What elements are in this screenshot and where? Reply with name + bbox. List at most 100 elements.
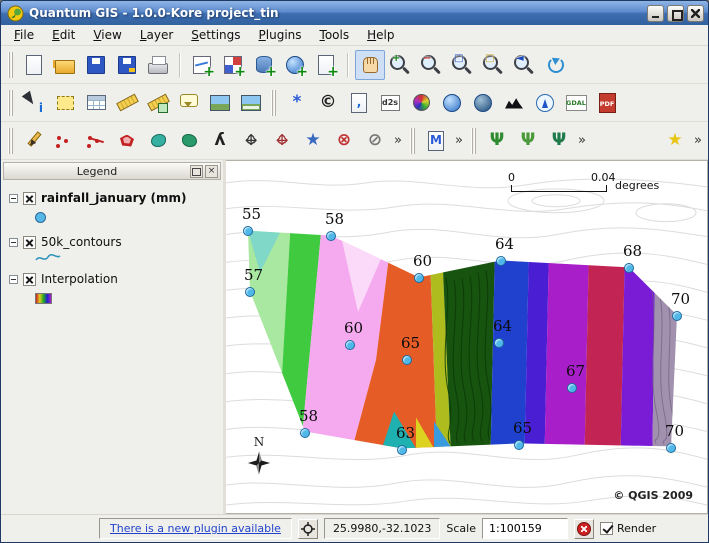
grass-open-mapset-button[interactable]: Ψ bbox=[482, 126, 512, 156]
zoom-to-selection-button[interactable]: □ bbox=[479, 50, 509, 80]
pdf-export-button[interactable]: PDF bbox=[592, 88, 622, 118]
legend-item-interpolation[interactable]: Interpolation bbox=[1, 269, 223, 288]
move-feature-button[interactable] bbox=[143, 126, 173, 156]
plugin-notice-link[interactable]: There is a new plugin available bbox=[99, 518, 292, 539]
close-panel-button[interactable]: × bbox=[205, 165, 218, 178]
float-panel-button[interactable] bbox=[190, 165, 203, 178]
delete-selected-button[interactable]: ⊗ bbox=[329, 126, 359, 156]
toolbar-handle[interactable] bbox=[8, 52, 14, 78]
zoom-full-extent-button[interactable]: □ bbox=[448, 50, 478, 80]
toolbar-overflow-chevron[interactable]: » bbox=[575, 133, 589, 148]
toolbar-overflow-chevron[interactable]: » bbox=[691, 133, 705, 148]
measure-line-button[interactable] bbox=[112, 88, 142, 118]
titlebar[interactable]: Quantum GIS - 1.0.0-Kore project_tin bbox=[1, 1, 708, 25]
save-project-button[interactable] bbox=[81, 50, 111, 80]
gdal-tools-button[interactable]: GDAL bbox=[561, 88, 591, 118]
legend-item-rainfall-january-mm[interactable]: rainfall_january (mm) bbox=[1, 188, 223, 207]
map-point[interactable] bbox=[624, 263, 634, 273]
plugin-globe-button[interactable] bbox=[437, 88, 467, 118]
pan-map-button[interactable] bbox=[355, 50, 385, 80]
map-point[interactable] bbox=[326, 231, 336, 241]
layer-visibility-checkbox[interactable] bbox=[23, 192, 36, 205]
map-point[interactable] bbox=[672, 311, 682, 321]
render-checkbox[interactable] bbox=[600, 522, 613, 535]
toolbar-handle[interactable] bbox=[471, 128, 477, 154]
close-button[interactable] bbox=[687, 5, 704, 22]
zoom-in-button[interactable]: + bbox=[386, 50, 416, 80]
capture-line-button[interactable] bbox=[81, 126, 111, 156]
capture-polygon-button[interactable] bbox=[112, 126, 142, 156]
favorites-plugin-button[interactable]: ★ bbox=[660, 126, 690, 156]
map-point[interactable] bbox=[494, 338, 504, 348]
identify-features-button[interactable]: i bbox=[19, 88, 49, 118]
scale-input[interactable] bbox=[482, 518, 568, 539]
toolbar-handle[interactable] bbox=[271, 90, 277, 116]
layer-visibility-checkbox[interactable] bbox=[23, 273, 36, 286]
toggle-editing-button[interactable] bbox=[19, 126, 49, 156]
mapserver-export-button[interactable]: M bbox=[421, 126, 451, 156]
menu-settings[interactable]: Settings bbox=[182, 26, 249, 44]
menu-help[interactable]: Help bbox=[358, 26, 403, 44]
legend-item-50k-contours[interactable]: 50k_contours bbox=[1, 232, 223, 251]
map-point[interactable] bbox=[567, 383, 577, 393]
menu-plugins[interactable]: Plugins bbox=[250, 26, 311, 44]
dxf2shape-converter-button[interactable]: d2s bbox=[375, 88, 405, 118]
new-project-button[interactable] bbox=[19, 50, 49, 80]
maximize-button[interactable] bbox=[667, 5, 684, 22]
map-point[interactable] bbox=[300, 428, 310, 438]
move-vertex-button[interactable]: ↔↕ bbox=[236, 126, 266, 156]
legend-header[interactable]: Legend × bbox=[3, 162, 221, 180]
toolbar-overflow-chevron[interactable]: » bbox=[452, 133, 466, 148]
map-point[interactable] bbox=[666, 443, 676, 453]
zoom-out-button[interactable]: − bbox=[417, 50, 447, 80]
map-point[interactable] bbox=[514, 440, 524, 450]
delete-vertex-button[interactable]: ★ bbox=[298, 126, 328, 156]
cut-features-button[interactable]: ⊘ bbox=[360, 126, 390, 156]
open-attribute-table-button[interactable] bbox=[81, 88, 111, 118]
stop-render-button[interactable] bbox=[574, 519, 594, 539]
toolbar-handle[interactable] bbox=[410, 128, 416, 154]
tree-expander-icon[interactable] bbox=[9, 275, 18, 284]
menu-tools[interactable]: Tools bbox=[311, 26, 359, 44]
show-bookmarks-button[interactable] bbox=[236, 88, 266, 118]
map-point[interactable] bbox=[402, 355, 412, 365]
capture-point-button[interactable] bbox=[50, 126, 80, 156]
grass-new-mapset-button[interactable]: Ψ bbox=[513, 126, 543, 156]
add-wms-layer-button[interactable]: + bbox=[280, 50, 310, 80]
refresh-map-button[interactable] bbox=[541, 50, 571, 80]
print-button[interactable] bbox=[143, 50, 173, 80]
tree-expander-icon[interactable] bbox=[9, 194, 18, 203]
map-canvas[interactable]: 555860646870576065646758636570 0 0.04 de… bbox=[226, 160, 708, 514]
add-vertex-button[interactable]: ↔↕ bbox=[267, 126, 297, 156]
layer-visibility-checkbox[interactable] bbox=[23, 236, 36, 249]
menu-view[interactable]: View bbox=[84, 26, 130, 44]
plugin-star-button[interactable]: * bbox=[282, 88, 312, 118]
save-project-as-button[interactable] bbox=[112, 50, 142, 80]
minimize-button[interactable] bbox=[647, 5, 664, 22]
add-delimited-text-button[interactable]: , bbox=[344, 88, 374, 118]
map-point[interactable] bbox=[414, 273, 424, 283]
toolbar-handle[interactable] bbox=[8, 128, 14, 154]
profile-plugin-button[interactable] bbox=[499, 88, 529, 118]
menu-file[interactable]: File bbox=[5, 26, 43, 44]
split-features-button[interactable] bbox=[174, 126, 204, 156]
grass-tools-button[interactable]: Ψ bbox=[544, 126, 574, 156]
map-point[interactable] bbox=[245, 287, 255, 297]
measure-area-button[interactable] bbox=[143, 88, 173, 118]
map-point[interactable] bbox=[397, 445, 407, 455]
copyright-label-plugin-button[interactable]: © bbox=[313, 88, 343, 118]
select-features-button[interactable] bbox=[50, 88, 80, 118]
toolbar-overflow-chevron[interactable]: » bbox=[391, 133, 405, 148]
menu-layer[interactable]: Layer bbox=[131, 26, 182, 44]
menu-edit[interactable]: Edit bbox=[43, 26, 84, 44]
map-point[interactable] bbox=[496, 256, 506, 266]
map-point[interactable] bbox=[243, 226, 253, 236]
add-raster-layer-button[interactable]: + bbox=[218, 50, 248, 80]
coordinate-capture-button[interactable] bbox=[298, 519, 318, 539]
add-postgis-layer-button[interactable]: + bbox=[249, 50, 279, 80]
tree-expander-icon[interactable] bbox=[9, 238, 18, 247]
new-bookmark-button[interactable] bbox=[205, 88, 235, 118]
add-vector-layer-button[interactable]: + bbox=[187, 50, 217, 80]
new-vector-layer-button[interactable]: + bbox=[311, 50, 341, 80]
map-point[interactable] bbox=[345, 340, 355, 350]
